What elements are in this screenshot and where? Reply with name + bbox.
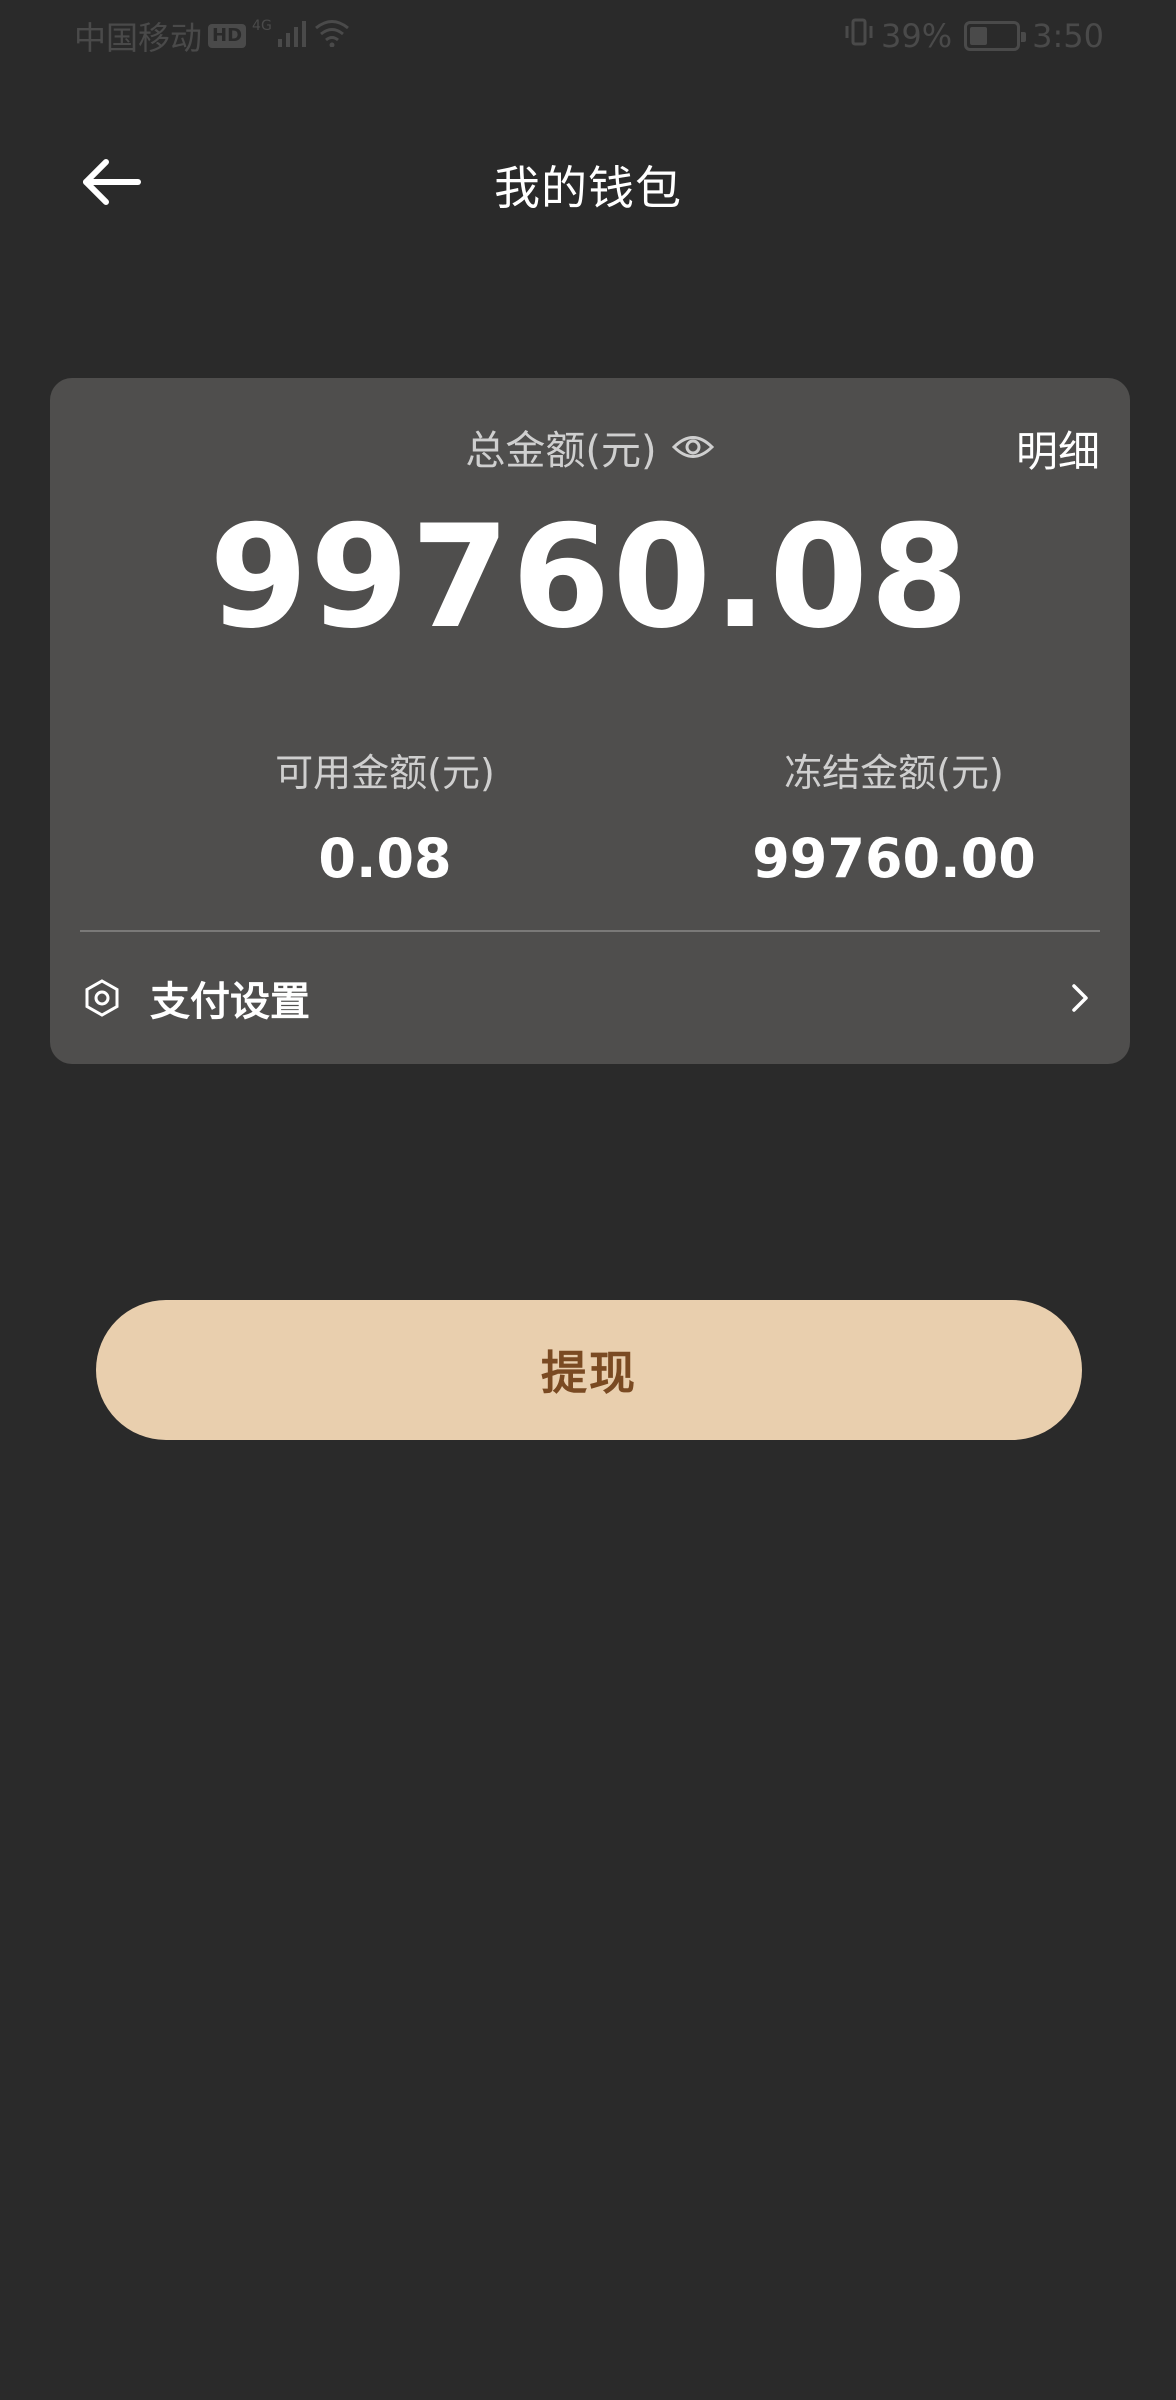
- wallet-card: 总金额(元) 明细 99760.08 可用金额(元) 0.08 冻结金额(元) …: [50, 378, 1130, 1064]
- total-label-row: 总金额(元): [50, 418, 1130, 476]
- page-title: 我的钱包: [494, 161, 682, 215]
- frozen-balance: 冻结金额(元) 99760.00: [684, 742, 1104, 890]
- total-amount-label: 总金额(元): [465, 428, 657, 474]
- battery-icon: [964, 21, 1027, 51]
- available-balance: 可用金额(元) 0.08: [175, 742, 595, 890]
- eye-icon: [671, 436, 714, 458]
- battery-percent: 39%: [881, 17, 953, 55]
- total-amount: 99760.08: [209, 495, 971, 660]
- battery-level: [970, 27, 988, 45]
- hd-badge: HD: [208, 24, 247, 48]
- details-link[interactable]: 明细: [1016, 418, 1100, 479]
- signal-icon: [277, 17, 308, 55]
- clock: 3:50: [1032, 17, 1104, 55]
- wifi-icon: [314, 17, 350, 55]
- withdraw-button[interactable]: 提现: [96, 1300, 1082, 1440]
- available-amount: 0.08: [318, 827, 452, 890]
- chevron-right-icon: [1060, 978, 1100, 1018]
- wallet-page: 中国移动 HD 4G 39% 3:50 我的钱包 总金额(元) 明细 99760…: [0, 0, 1176, 2400]
- divider: [80, 930, 1100, 932]
- carrier-name: 中国移动: [74, 19, 203, 57]
- status-left: 中国移动 HD 4G: [74, 13, 350, 59]
- status-bar: 中国移动 HD 4G 39% 3:50: [0, 0, 1176, 72]
- frozen-label: 冻结金额(元): [784, 751, 1004, 795]
- toggle-visibility-button[interactable]: [671, 425, 715, 469]
- frozen-amount: 99760.00: [752, 827, 1036, 890]
- status-right: 39% 3:50: [843, 17, 1104, 55]
- network-type: 4G: [252, 18, 272, 34]
- vibrate-icon: [843, 17, 875, 55]
- pay-settings-label: 支付设置: [150, 979, 310, 1025]
- available-label: 可用金额(元): [275, 751, 495, 795]
- hexagon-settings-icon: [80, 976, 124, 1020]
- pay-settings-row[interactable]: 支付设置: [80, 958, 1100, 1038]
